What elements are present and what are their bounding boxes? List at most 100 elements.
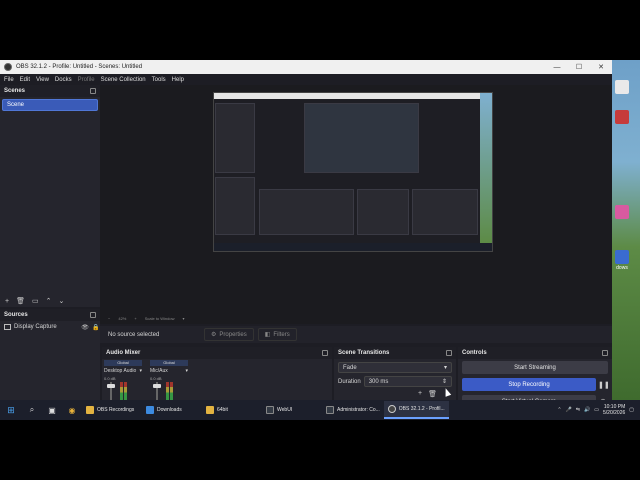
clock[interactable]: 10:10 PM 5/20/2026 (603, 404, 625, 416)
scenes-header: Scenes (0, 85, 100, 97)
desktop: dows OBS 32.1.2 - Profile: Untitled - Sc… (0, 60, 640, 420)
taskbar-app[interactable]: OBS 32.1.2 - Profil... (383, 401, 449, 419)
scenes-toolbar: + 🗑 ▭ ⌃ ⌄ (0, 295, 100, 307)
obs-logo-icon (4, 63, 12, 71)
chevron-down-icon: ▾ (443, 365, 447, 371)
source-item[interactable]: Display Capture 👁 🔒 (0, 321, 100, 333)
remove-transition-button[interactable]: 🗑 (428, 390, 437, 398)
minimize-button[interactable]: — (546, 64, 568, 71)
controls-header: Controls (458, 347, 612, 359)
desktop-icon[interactable]: dows (608, 250, 636, 271)
menu-edit[interactable]: Edit (20, 77, 30, 83)
transition-select[interactable]: Fade ▾ (338, 362, 452, 373)
taskbar-app[interactable]: Administrator: Co... (322, 401, 384, 419)
desktop-icon[interactable] (608, 80, 636, 95)
undock-icon[interactable] (90, 88, 96, 94)
lock-icon[interactable]: 🔒 (92, 324, 100, 331)
duration-label: Duration (338, 378, 361, 385)
menu-file[interactable]: File (4, 77, 14, 83)
gear-icon: ⚙ (211, 332, 217, 338)
scene-item[interactable]: Scene (2, 99, 98, 111)
menu-profile[interactable]: Profile (78, 77, 95, 83)
scale-select[interactable]: Scale to Window (145, 316, 175, 321)
add-transition-button[interactable]: + (418, 390, 422, 398)
network-icon[interactable]: ⇋ (576, 407, 580, 413)
audio-mixer-header: Audio Mixer (102, 347, 332, 359)
menu-docks[interactable]: Docks (55, 77, 72, 83)
notification-icon[interactable]: ▢ (629, 407, 634, 413)
taskbar: ⊞ ⌕ ▣ ◉ OBS Recordings Downloads 64bit W… (0, 400, 640, 420)
system-tray: ⌃ 🎤 ⇋ 🔊 ▭ 10:10 PM 5/20/2026 ▢ (557, 404, 640, 416)
move-scene-up-button[interactable]: ⌃ (46, 297, 52, 305)
zoom-out-button[interactable]: − (108, 316, 110, 321)
properties-button[interactable]: ⚙ Properties (204, 328, 254, 341)
volume-knob[interactable] (153, 384, 161, 388)
add-scene-button[interactable]: + (5, 298, 9, 305)
task-view-icon[interactable]: ▣ (42, 406, 62, 415)
desktop-icon[interactable] (608, 205, 636, 220)
desktop-icon[interactable] (608, 110, 636, 125)
start-button[interactable]: ⊞ (0, 405, 22, 416)
preview-area (100, 85, 612, 312)
remove-scene-button[interactable]: 🗑 (16, 297, 25, 305)
channel-menu-icon[interactable]: ▾ (185, 368, 188, 374)
menu-tools[interactable]: Tools (152, 77, 166, 83)
taskbar-app[interactable]: 64bit (202, 401, 262, 419)
scenes-dock: Scenes Scene + 🗑 ▭ ⌃ ⌄ (0, 85, 100, 307)
undock-icon[interactable] (322, 350, 328, 356)
preview-canvas[interactable] (213, 92, 493, 252)
duration-spinbox[interactable]: 300 ms ⇕ (363, 376, 452, 387)
download-icon (146, 406, 154, 414)
undock-icon[interactable] (602, 350, 608, 356)
zoom-in-button[interactable]: + (134, 316, 136, 321)
preview-toolbar: − 42% + Scale to Window ▾ (100, 312, 612, 324)
sources-dock: Sources Display Capture 👁 🔒 (0, 309, 100, 402)
sources-header: Sources (0, 309, 100, 321)
taskbar-app[interactable]: OBS Recordings (82, 401, 142, 419)
window-title: OBS 32.1.2 - Profile: Untitled - Scenes:… (16, 64, 143, 70)
undock-icon[interactable] (446, 350, 452, 356)
terminal-icon (326, 406, 334, 414)
filter-icon: ◧ (264, 332, 271, 338)
channel-menu-icon[interactable]: ▾ (139, 368, 142, 374)
maximize-button[interactable]: ☐ (568, 63, 590, 71)
pause-recording-icon[interactable]: ❚❚ (598, 381, 610, 389)
search-icon[interactable]: ⌕ (22, 405, 42, 415)
filters-button[interactable]: ◧ Filters (257, 328, 297, 341)
stop-recording-button[interactable]: Stop Recording (462, 378, 596, 391)
visibility-eye-icon[interactable]: 👁 (81, 324, 89, 331)
start-streaming-button[interactable]: Start Streaming (462, 361, 608, 374)
terminal-icon (266, 406, 274, 414)
no-source-label: No source selected (108, 331, 160, 338)
taskbar-app[interactable]: Downloads (142, 401, 202, 419)
taskbar-app[interactable]: WebUI (262, 401, 322, 419)
volume-knob[interactable] (107, 384, 115, 388)
audio-mixer-dock: Audio Mixer Global Desktop Audio ▾ 0.0 dB (102, 347, 332, 408)
spin-icon[interactable]: ⇕ (442, 378, 447, 385)
scene-filters-button[interactable]: ▭ (32, 297, 39, 305)
chevron-down-icon[interactable]: ▾ (183, 316, 185, 321)
source-toolbar: No source selected ⚙ Properties ◧ Filters (100, 326, 612, 343)
undock-icon[interactable] (90, 312, 96, 318)
obs-logo-icon (387, 405, 396, 413)
monitor-icon (4, 324, 11, 330)
close-button[interactable]: ✕ (590, 63, 612, 71)
controls-dock: Controls Start Streaming Stop Recording … (458, 347, 612, 408)
volume-icon[interactable]: 🔊 (584, 407, 590, 413)
chevron-up-icon[interactable]: ⌃ (557, 407, 561, 413)
move-scene-down-button[interactable]: ⌄ (58, 297, 64, 305)
menu-bar: File Edit View Docks Profile Scene Colle… (0, 74, 612, 85)
scene-transitions-dock: Scene Transitions Fade ▾ Duration 300 ms… (334, 347, 456, 402)
menu-view[interactable]: View (36, 77, 49, 83)
battery-icon[interactable]: ▭ (594, 407, 599, 413)
menu-help[interactable]: Help (172, 77, 184, 83)
folder-icon (86, 406, 94, 414)
zoom-level: 42% (118, 315, 127, 321)
folder-icon (206, 406, 214, 414)
transitions-header: Scene Transitions (334, 347, 456, 359)
obs-window: OBS 32.1.2 - Profile: Untitled - Scenes:… (0, 60, 612, 408)
menu-scene-collection[interactable]: Scene Collection (101, 77, 146, 83)
chrome-icon[interactable]: ◉ (62, 406, 82, 415)
mic-icon[interactable]: 🎤 (566, 407, 572, 413)
title-bar: OBS 32.1.2 - Profile: Untitled - Scenes:… (0, 60, 612, 74)
